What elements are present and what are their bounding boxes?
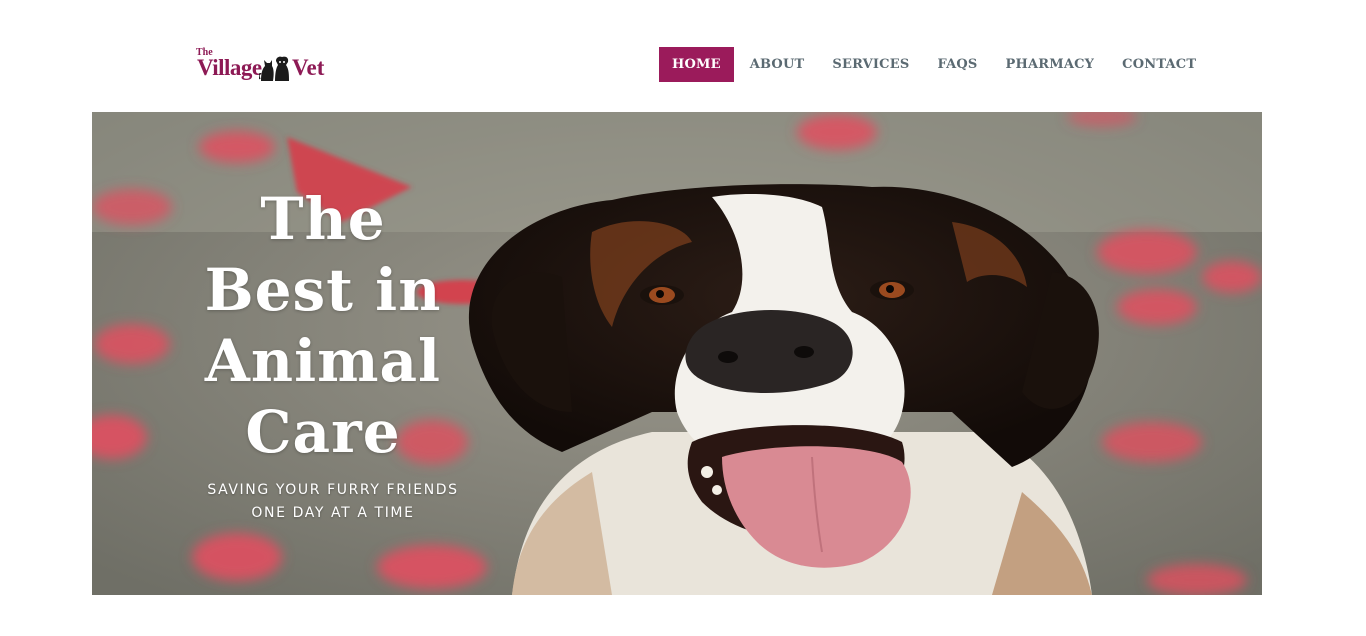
headline-line: Best in — [204, 256, 442, 324]
headline-line: Animal — [204, 327, 442, 395]
hero-headline: The Best in Animal Care — [188, 184, 458, 468]
nav-faqs[interactable]: FAQS — [937, 47, 977, 82]
nav-contact[interactable]: CONTACT — [1122, 47, 1196, 82]
cat-dog-silhouette-icon — [259, 56, 289, 81]
subtitle-line: ONE DAY AT A TIME — [251, 505, 415, 521]
nav-home[interactable]: HOME — [659, 47, 734, 82]
nav-about[interactable]: ABOUT — [750, 47, 805, 82]
hero-subtitle: SAVING YOUR FURRY FRIENDS ONE DAY AT A T… — [188, 479, 478, 525]
logo-village-text: Village — [197, 55, 262, 80]
nav-services[interactable]: SERVICES — [832, 47, 909, 82]
nav-pharmacy[interactable]: PHARMACY — [1006, 47, 1095, 82]
headline-line: Care — [245, 398, 401, 466]
headline-line: The — [260, 185, 386, 253]
village-vet-logo[interactable]: The Village Vet — [194, 48, 328, 88]
subtitle-line: SAVING YOUR FURRY FRIENDS — [207, 482, 459, 498]
main-nav: HOME ABOUT SERVICES FAQS PHARMACY CONTAC… — [659, 47, 1196, 82]
logo-vet-text: Vet — [292, 55, 325, 80]
hero-banner: The Best in Animal Care SAVING YOUR FURR… — [92, 112, 1262, 595]
